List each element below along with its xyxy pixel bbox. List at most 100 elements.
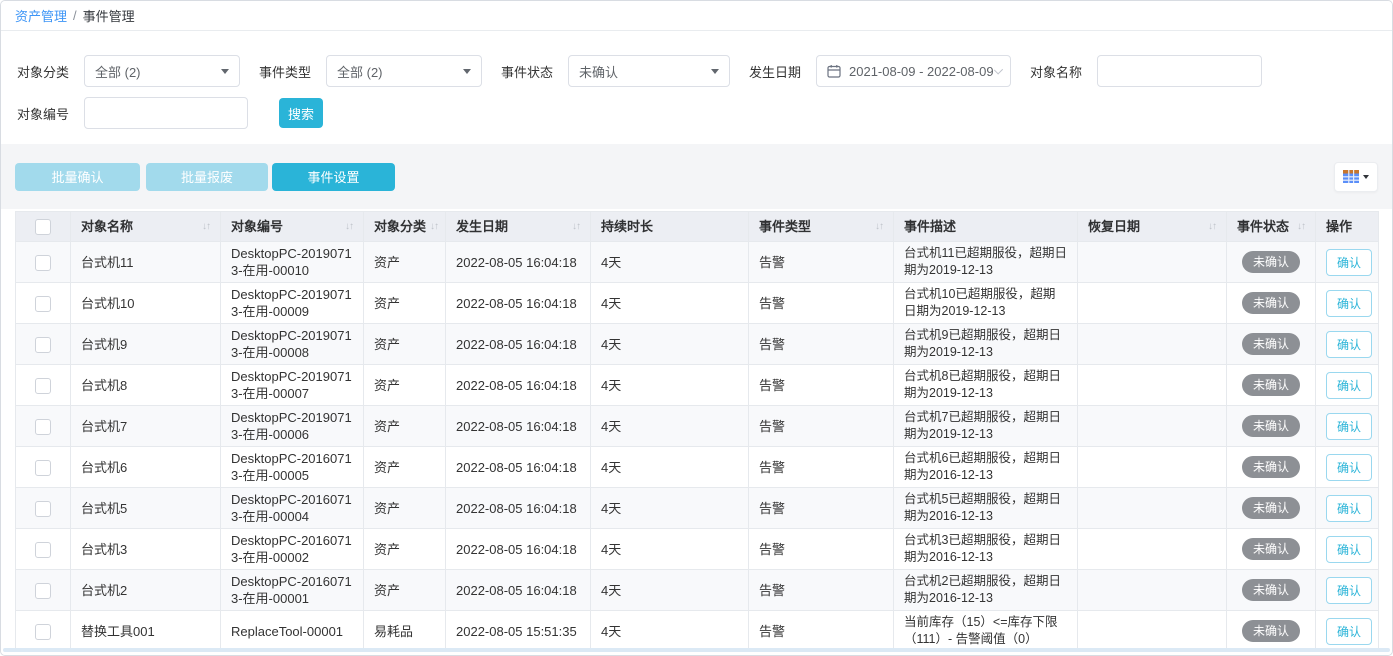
event-status-select[interactable]: 未确认 [568,55,730,87]
name-cell: 台式机8 [71,365,221,406]
table-row: 台式机2DesktopPC-20160713-在用-00001资产2022-08… [16,570,1379,611]
status-badge: 未确认 [1242,579,1300,601]
bottom-scroll-strip[interactable] [3,648,1390,652]
sort-icon[interactable]: ↓↑ [430,218,438,235]
category-cell: 资产 [364,283,446,324]
confirm-button[interactable]: 确认 [1326,249,1372,276]
row-checkbox[interactable] [35,419,51,435]
recovery-cell [1078,365,1227,406]
date-cell: 2022-08-05 15:51:35 [446,611,591,652]
column-header-label: 事件类型 [759,218,811,235]
column-header[interactable]: 事件类型 ↓↑ [749,212,894,242]
column-header-label: 事件状态 [1237,218,1289,235]
category-cell: 资产 [364,406,446,447]
sort-icon[interactable]: ↓↑ [345,218,353,235]
row-checkbox[interactable] [35,624,51,640]
sort-icon[interactable]: ↓↑ [875,218,883,235]
batch-scrap-button[interactable]: 批量报废 [146,163,268,191]
row-checkbox[interactable] [35,501,51,517]
row-checkbox[interactable] [35,255,51,271]
status-cell: 未确认 [1227,406,1316,447]
recovery-cell [1078,242,1227,283]
object-name-input[interactable] [1097,55,1262,87]
category-cell: 资产 [364,570,446,611]
category-cell: 资产 [364,365,446,406]
column-header[interactable]: 事件状态 ↓↑ [1227,212,1316,242]
table-row: 台式机7DesktopPC-20190713-在用-00006资产2022-08… [16,406,1379,447]
breadcrumb: 资产管理 / 事件管理 [1,1,1392,31]
name-cell: 台式机9 [71,324,221,365]
column-header[interactable]: 恢复日期↓↑ [1078,212,1227,242]
chevron-down-icon [1363,175,1369,179]
table-body: 台式机11DesktopPC-20190713-在用-00010资产2022-0… [16,242,1379,652]
recovery-cell [1078,529,1227,570]
batch-confirm-button[interactable]: 批量确认 [15,163,140,191]
row-checkbox[interactable] [35,460,51,476]
row-checkbox[interactable] [35,542,51,558]
duration-cell: 4天 [591,447,749,488]
column-header[interactable]: 对象名称↓↑ [71,212,221,242]
object-code-input[interactable] [84,97,248,129]
confirm-button[interactable]: 确认 [1326,290,1372,317]
row-checkbox[interactable] [35,583,51,599]
status-cell: 未确认 [1227,242,1316,283]
description-cell: 台式机9已超期服役，超期日期为2019-12-13 [894,324,1078,365]
row-checkbox-cell [16,488,71,529]
action-cell: 确认 [1316,488,1379,529]
object-category-select[interactable]: 全部 (2) [84,55,240,87]
column-settings-button[interactable] [1334,162,1378,192]
event-settings-button[interactable]: 事件设置 [272,163,395,191]
action-cell: 确认 [1316,447,1379,488]
confirm-button[interactable]: 确认 [1326,413,1372,440]
code-cell: DesktopPC-20160713-在用-00005 [221,447,364,488]
confirm-button[interactable]: 确认 [1326,454,1372,481]
type-cell: 告警 [749,570,894,611]
confirm-button[interactable]: 确认 [1326,331,1372,358]
sort-icon[interactable]: ↓↑ [202,218,210,235]
confirm-button[interactable]: 确认 [1326,536,1372,563]
select-all-checkbox[interactable] [35,219,51,235]
table-row: 台式机11DesktopPC-20190713-在用-00010资产2022-0… [16,242,1379,283]
column-header: 事件描述 [894,212,1078,242]
status-cell: 未确认 [1227,611,1316,652]
row-checkbox[interactable] [35,337,51,353]
recovery-cell [1078,447,1227,488]
breadcrumb-parent-link[interactable]: 资产管理 [15,6,67,25]
column-header[interactable]: 对象分类↓↑ [364,212,446,242]
action-cell: 确认 [1316,324,1379,365]
confirm-button[interactable]: 确认 [1326,618,1372,645]
row-checkbox[interactable] [35,378,51,394]
sort-icon[interactable]: ↓↑ [1297,218,1305,235]
event-type-select[interactable]: 全部 (2) [326,55,482,87]
table-row: 台式机5DesktopPC-20160713-在用-00004资产2022-08… [16,488,1379,529]
column-header[interactable]: 发生日期↓↑ [446,212,591,242]
status-badge: 未确认 [1242,292,1300,314]
search-button[interactable]: 搜索 [279,98,323,128]
date-cell: 2022-08-05 16:04:18 [446,406,591,447]
sort-icon[interactable]: ↓↑ [1208,218,1216,235]
name-cell: 台式机10 [71,283,221,324]
sort-icon[interactable]: ↓↑ [572,218,580,235]
confirm-button[interactable]: 确认 [1326,577,1372,604]
row-checkbox-cell [16,283,71,324]
row-checkbox[interactable] [35,296,51,312]
type-cell: 告警 [749,283,894,324]
column-header[interactable]: 对象编号↓↑ [221,212,364,242]
table-header-row: 对象名称↓↑对象编号↓↑对象分类↓↑发生日期↓↑持续时长事件类型↓↑事件描述恢复… [16,212,1379,242]
status-cell: 未确认 [1227,283,1316,324]
action-cell: 确认 [1316,283,1379,324]
object-category-label: 对象分类 [15,62,69,81]
description-cell: 当前库存（15）<=库存下限（111）- 告警阈值（0） [894,611,1078,652]
date-cell: 2022-08-05 16:04:18 [446,570,591,611]
object-name-label: 对象名称 [1028,62,1082,81]
description-cell: 台式机8已超期服役，超期日期为2019-12-13 [894,365,1078,406]
code-cell: DesktopPC-20190713-在用-00008 [221,324,364,365]
table-row: 台式机10DesktopPC-20190713-在用-00009资产2022-0… [16,283,1379,324]
category-cell: 资产 [364,488,446,529]
confirm-button[interactable]: 确认 [1326,372,1372,399]
recovery-cell [1078,283,1227,324]
confirm-button[interactable]: 确认 [1326,495,1372,522]
type-cell: 告警 [749,324,894,365]
occur-date-range-picker[interactable]: 2021-08-09 - 2022-08-09 [816,55,1011,87]
chevron-down-icon [993,65,1003,75]
